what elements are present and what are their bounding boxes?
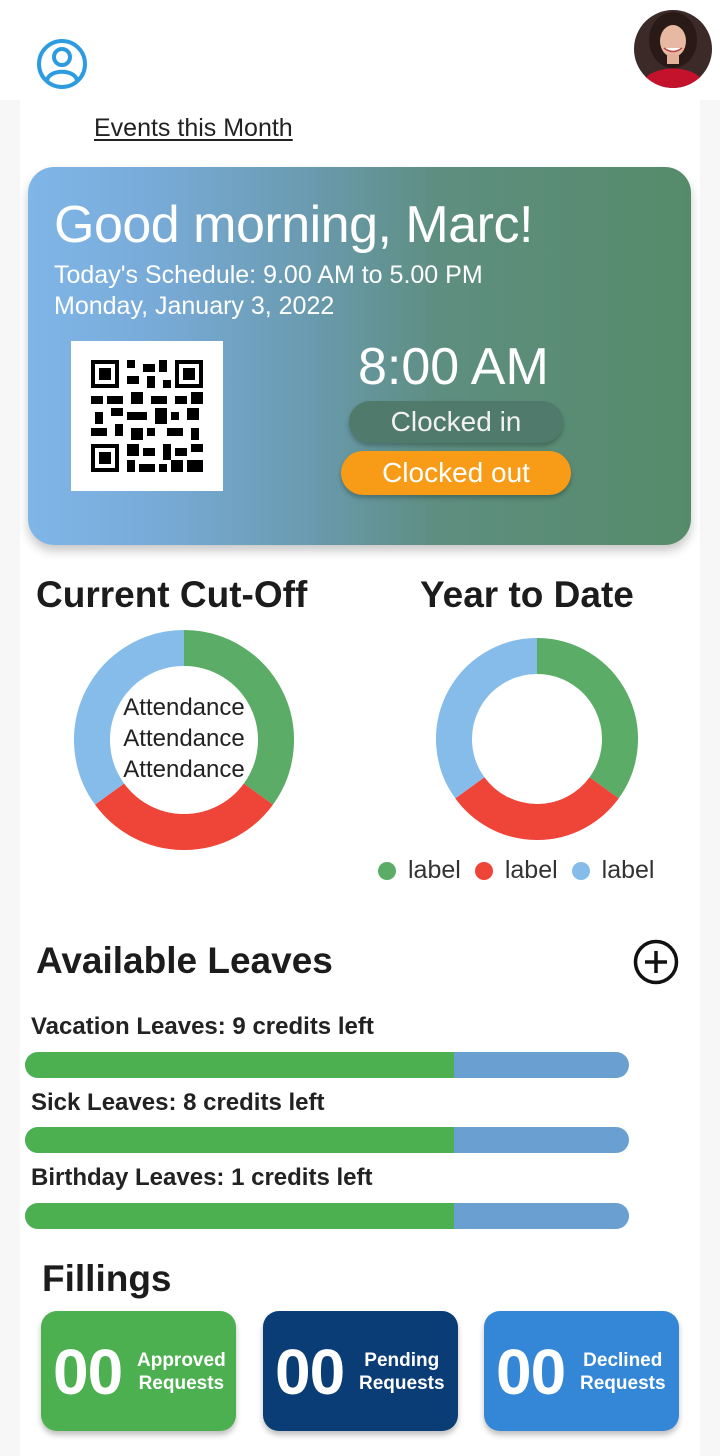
card-label-line: Declined: [583, 1350, 663, 1371]
profile-photo: [634, 10, 712, 88]
legend-label: label: [408, 856, 461, 884]
avatar[interactable]: [634, 10, 712, 88]
legend-label: label: [601, 856, 655, 884]
legend-item: label: [474, 856, 558, 885]
year-to-date-donut: [436, 638, 638, 840]
card-label-line: Requests: [359, 1373, 445, 1394]
plus-circle-icon[interactable]: [633, 939, 679, 985]
approved-requests-label: Approved Requests: [137, 1349, 226, 1395]
legend-dot: [474, 861, 493, 880]
clocked-out-button[interactable]: Clocked out: [341, 451, 571, 495]
declined-requests-label: Declined Requests: [580, 1349, 666, 1395]
card-label-line: Pending: [364, 1350, 440, 1371]
pending-count: 00: [275, 1336, 345, 1408]
attendance-label: Attendance: [123, 725, 245, 752]
attendance-label: Attendance: [123, 694, 245, 721]
donut-slice-1: [95, 783, 273, 850]
donut-slice-1: [455, 776, 619, 840]
approved-requests-card[interactable]: 00 Approved Requests: [41, 1311, 236, 1431]
schedule-text: Today's Schedule: 9.00 AM to 5.00 PM: [54, 261, 483, 289]
approved-count: 00: [53, 1336, 123, 1408]
clock-time: 8:00 AM: [358, 338, 549, 396]
available-leaves-title: Available Leaves: [36, 940, 333, 981]
leave-bar-fill: [25, 1052, 454, 1078]
legend-dot: [571, 861, 590, 880]
events-this-month-link[interactable]: Events this Month: [94, 114, 293, 143]
legend-label: label: [504, 856, 558, 884]
sick-leaves-bar: [25, 1127, 629, 1153]
leave-bar-fill: [25, 1203, 454, 1229]
sick-leaves-label: Sick Leaves: 8 credits left: [31, 1089, 325, 1116]
card-label-line: Requests: [580, 1373, 666, 1394]
legend-dot: [378, 861, 396, 880]
birthday-leaves-label: Birthday Leaves: 1 credits left: [31, 1164, 373, 1191]
greeting-card: Good morning, Marc! Today's Schedule: 9.…: [28, 167, 691, 545]
card-label-line: Requests: [138, 1373, 225, 1394]
year-to-date-title: Year to Date: [420, 574, 634, 615]
birthday-leaves-bar: [25, 1203, 629, 1229]
donut-slice-2: [436, 638, 538, 799]
top-bar: [0, 0, 720, 100]
user-circle-icon[interactable]: [36, 38, 88, 90]
attendance-label: Attendance: [123, 756, 245, 783]
clocked-in-button[interactable]: Clocked in: [349, 401, 563, 443]
date-text: Monday, January 3, 2022: [54, 292, 335, 320]
declined-requests-card[interactable]: 00 Declined Requests: [484, 1311, 679, 1431]
pending-requests-card[interactable]: 00 Pending Requests: [263, 1311, 458, 1431]
vacation-leaves-bar: [25, 1052, 629, 1078]
donut-center-text: Attendance Attendance Attendance: [74, 692, 294, 785]
card-label-line: Approved: [137, 1350, 226, 1371]
legend-item: label: [378, 856, 461, 885]
qr-code-icon: [71, 341, 223, 491]
declined-count: 00: [496, 1336, 566, 1408]
current-cutoff-title: Current Cut-Off: [36, 574, 308, 615]
pending-requests-label: Pending Requests: [359, 1349, 445, 1395]
donut-slice-0: [536, 638, 638, 799]
chart-legend: label label label: [378, 856, 654, 885]
fillings-title: Fillings: [42, 1258, 172, 1299]
greeting-text: Good morning, Marc!: [54, 196, 533, 254]
vacation-leaves-label: Vacation Leaves: 9 credits left: [31, 1013, 374, 1040]
legend-item: label: [571, 856, 655, 885]
leave-bar-fill: [25, 1127, 454, 1153]
